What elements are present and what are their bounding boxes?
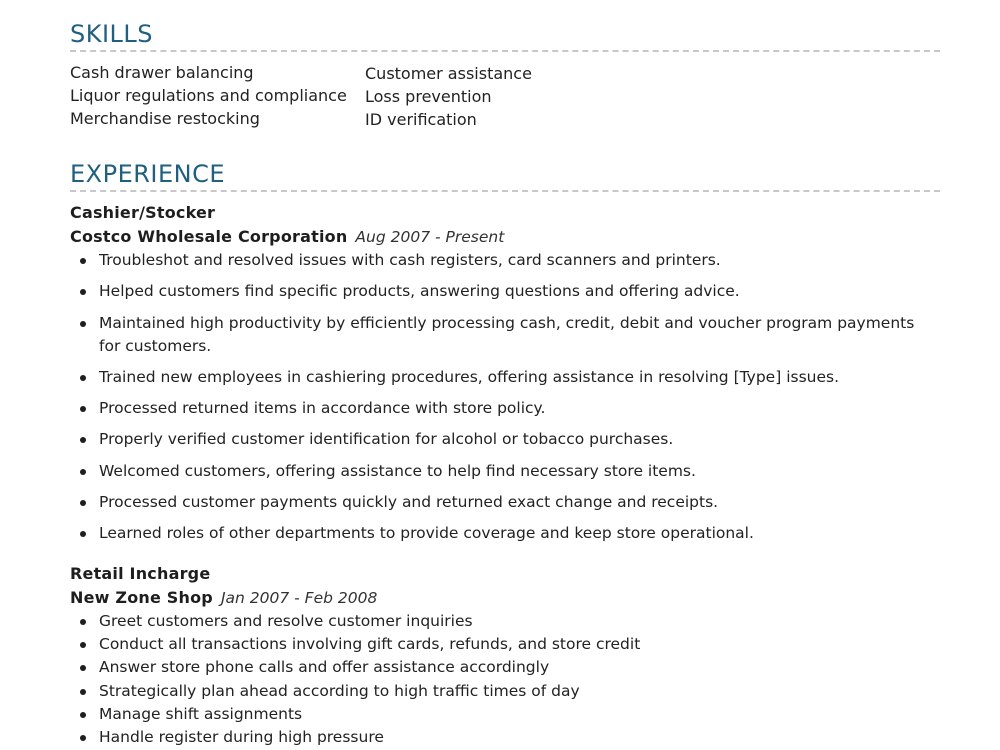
job-bullet: Answer store phone calls and offer assis…	[70, 656, 940, 679]
job-title: Cashier/Stocker	[70, 203, 216, 222]
bullet-text: Trained new employees in cashiering proc…	[99, 367, 840, 386]
bullet-icon	[80, 688, 86, 695]
bullet-icon	[80, 437, 86, 444]
job-company: Costco Wholesale Corporation	[70, 227, 348, 246]
skills-heading: SKILLS	[70, 20, 154, 48]
bullet-text: Learned roles of other departments to pr…	[99, 524, 754, 543]
job-bullet-list: Troubleshot and resolved issues with cas…	[70, 249, 940, 545]
bullet-icon	[80, 711, 86, 718]
bullet-text: Conduct all transactions involving gift …	[99, 635, 641, 654]
job-company: New Zone Shop	[70, 588, 213, 607]
bullet-icon	[80, 500, 86, 507]
bullet-icon	[80, 642, 86, 649]
bullet-text: Strategically plan ahead according to hi…	[99, 681, 580, 700]
skill-item: Cash drawer balancing	[70, 63, 254, 82]
bullet-icon	[80, 320, 86, 327]
job-bullet: Conduct all transactions involving gift …	[70, 633, 940, 656]
job-bullet: Welcomed customers, offering assistance …	[70, 460, 940, 483]
bullet-text: Helped customers find specific products,…	[99, 282, 740, 301]
skills-divider	[70, 50, 940, 52]
bullet-text: Properly verified customer identificatio…	[99, 430, 674, 449]
bullet-icon	[80, 468, 86, 475]
skill-item: ID verification	[365, 110, 477, 129]
bullet-icon	[80, 735, 86, 742]
bullet-icon	[80, 531, 86, 538]
skills-column-left: Cash drawer balancing Liquor regulations…	[70, 61, 365, 128]
job-bullet: Processed returned items in accordance w…	[70, 397, 940, 420]
job-bullet: Maintained high productivity by efficien…	[70, 312, 940, 358]
job-bullet: Trained new employees in cashiering proc…	[70, 366, 940, 389]
job-bullet: Processed customer payments quickly and …	[70, 491, 940, 514]
job-bullet: Greet customers and resolve customer inq…	[70, 610, 940, 633]
experience-heading: EXPERIENCE	[70, 160, 226, 188]
bullet-icon	[80, 258, 86, 264]
skills-list: Cash drawer balancing Liquor regulations…	[70, 61, 665, 129]
job-bullet: Troubleshot and resolved issues with cas…	[70, 249, 940, 272]
skill-item: Loss prevention	[365, 87, 492, 106]
bullet-icon	[80, 619, 86, 625]
job-title: Retail Incharge	[70, 564, 211, 583]
experience-divider	[70, 190, 940, 192]
job-bullet: Strategically plan ahead according to hi…	[70, 680, 940, 703]
job-bullet: Handle register during high pressure	[70, 726, 940, 749]
job-dates: Jan 2007 - Feb 2008	[220, 589, 378, 607]
bullet-text: Processed returned items in accordance w…	[99, 399, 546, 418]
bullet-text: Processed customer payments quickly and …	[99, 493, 719, 512]
bullet-text: Welcomed customers, offering assistance …	[99, 461, 696, 480]
job-entry: Retail Incharge New Zone Shop Jan 2007 - …	[70, 562, 940, 749]
bullet-text: Handle register during high pressure	[99, 728, 384, 747]
skills-column-right: Customer assistance Loss prevention ID v…	[365, 61, 665, 129]
skill-item: Merchandise restocking	[70, 109, 260, 128]
job-bullet: Learned roles of other departments to pr…	[70, 522, 940, 545]
bullet-text: Troubleshot and resolved issues with cas…	[99, 251, 721, 269]
bullet-icon	[80, 289, 86, 296]
job-company-line: New Zone Shop Jan 2007 - Feb 2008	[70, 586, 940, 610]
bullet-icon	[80, 665, 86, 672]
job-bullet: Helped customers find specific products,…	[70, 280, 940, 303]
bullet-text: Maintained high productivity by efficien…	[99, 313, 915, 355]
job-dates: Aug 2007 - Present	[355, 228, 505, 246]
job-bullet: Manage shift assignments	[70, 703, 940, 726]
job-bullet-list: Greet customers and resolve customer inq…	[70, 610, 940, 749]
skill-item: Liquor regulations and compliance	[70, 86, 347, 105]
job-entry: Cashier/Stocker Costco Wholesale Corpora…	[70, 201, 940, 554]
job-company-line: Costco Wholesale Corporation Aug 2007 - P…	[70, 225, 940, 249]
bullet-text: Greet customers and resolve customer inq…	[99, 612, 473, 630]
job-bullet: Properly verified customer identificatio…	[70, 428, 940, 451]
bullet-icon	[80, 406, 86, 413]
bullet-icon	[80, 374, 86, 381]
bullet-text: Manage shift assignments	[99, 704, 303, 723]
bullet-text: Answer store phone calls and offer assis…	[99, 658, 550, 677]
skill-item: Customer assistance	[365, 64, 532, 83]
